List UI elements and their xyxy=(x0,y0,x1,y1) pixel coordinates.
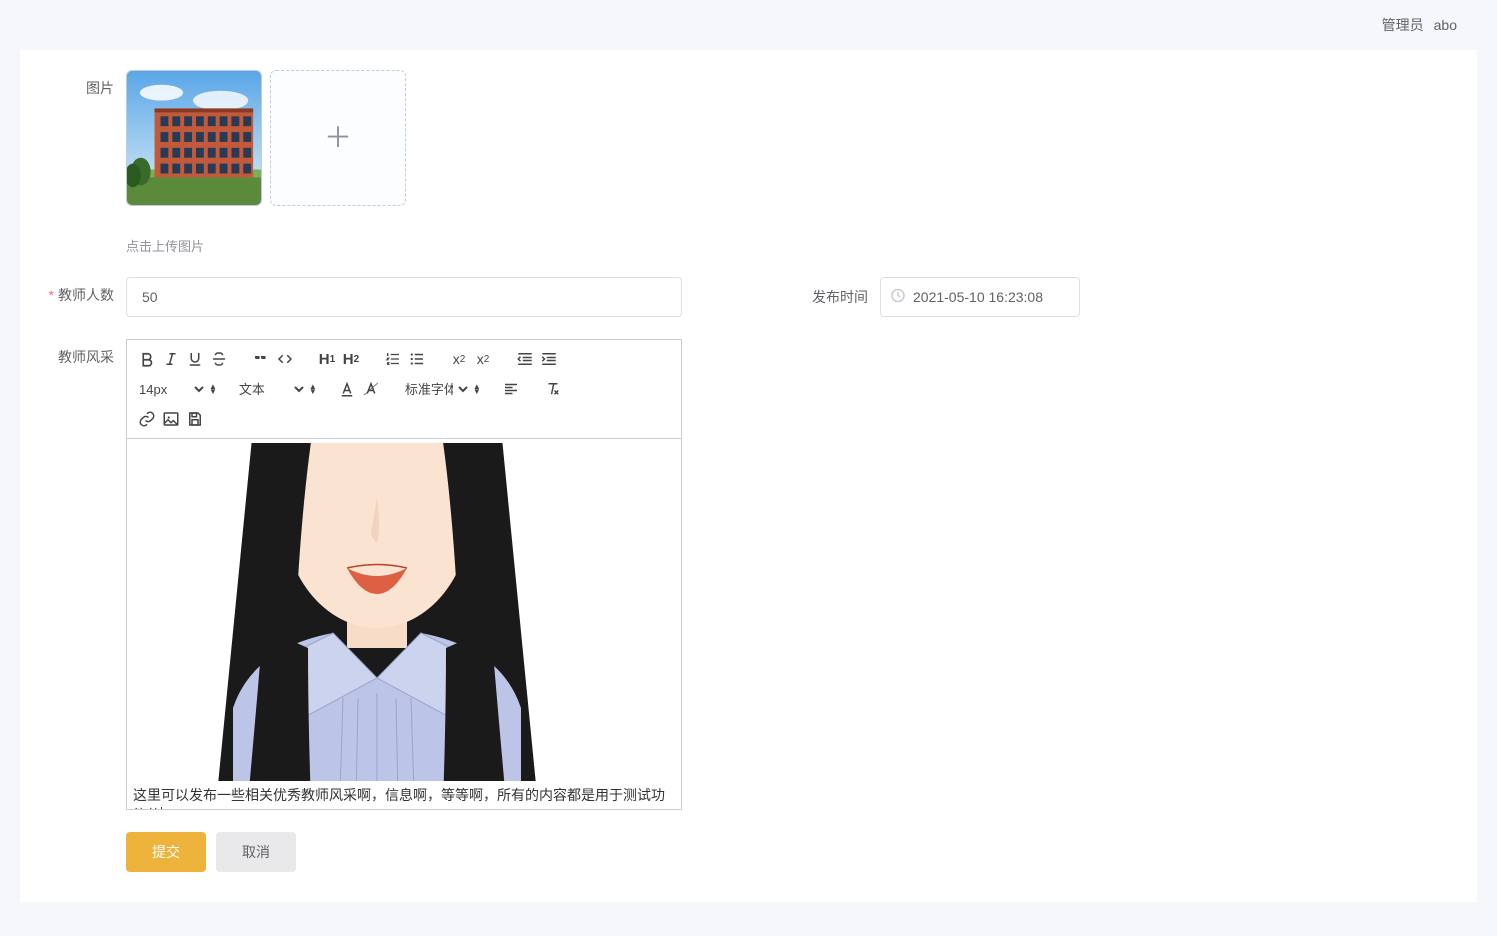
strikethrough-button[interactable] xyxy=(207,346,231,372)
editor-toolbar: H1 H2 x2 x2 14px xyxy=(127,340,681,439)
form-panel: 图片 xyxy=(20,50,1477,902)
editor-text-content: 这里可以发布一些相关优秀教师风采啊，信息啊，等等啊，所有的内容都是用于测试功能的 xyxy=(133,781,675,809)
label-image: 图片 xyxy=(20,70,126,98)
cancel-button[interactable]: 取消 xyxy=(216,832,296,872)
label-teacher-style: 教师风采 xyxy=(20,339,126,367)
ordered-list-button[interactable] xyxy=(381,346,405,372)
subscript-button[interactable]: x2 xyxy=(447,346,471,372)
row-image-upload: 图片 xyxy=(20,70,1477,206)
row-teacher-count: *教师人数 xyxy=(20,277,682,317)
page-header: 管理员 abo xyxy=(0,0,1497,50)
bold-button[interactable] xyxy=(135,346,159,372)
teacher-count-input[interactable] xyxy=(126,277,682,317)
row-publish-time: 发布时间 xyxy=(812,277,1080,317)
building-thumbnail-icon xyxy=(127,71,261,205)
label-publish-time: 发布时间 xyxy=(812,277,880,317)
header-username: abo xyxy=(1434,17,1457,33)
row-teacher-style: 教师风采 H1 H2 xyxy=(20,339,1477,810)
clear-format-button[interactable] xyxy=(541,376,565,402)
chevron-updown-icon: ▲▼ xyxy=(473,384,481,394)
submit-button[interactable]: 提交 xyxy=(126,832,206,872)
rich-text-editor: H1 H2 x2 x2 14px xyxy=(126,339,682,810)
unordered-list-button[interactable] xyxy=(405,346,429,372)
save-button[interactable] xyxy=(183,406,207,432)
link-button[interactable] xyxy=(135,406,159,432)
font-size-select[interactable]: 14px xyxy=(135,377,207,401)
label-teacher-count: *教师人数 xyxy=(20,277,126,317)
editor-content-area[interactable]: 这里可以发布一些相关优秀教师风采啊，信息啊，等等啊，所有的内容都是用于测试功能的 xyxy=(127,439,681,809)
heading2-button[interactable]: H2 xyxy=(339,346,363,372)
underline-button[interactable] xyxy=(183,346,207,372)
editor-embedded-image xyxy=(133,443,621,781)
background-color-button[interactable] xyxy=(359,376,383,402)
upload-add-button[interactable]: ＋ xyxy=(270,70,406,206)
superscript-button[interactable]: x2 xyxy=(471,346,495,372)
plus-icon: ＋ xyxy=(324,124,352,152)
indent-decrease-button[interactable] xyxy=(513,346,537,372)
upload-area: ＋ xyxy=(126,70,406,206)
image-button[interactable] xyxy=(159,406,183,432)
indent-increase-button[interactable] xyxy=(537,346,561,372)
heading1-button[interactable]: H1 xyxy=(315,346,339,372)
clock-icon xyxy=(890,288,906,307)
publish-time-input[interactable] xyxy=(880,277,1080,317)
header-role: 管理员 xyxy=(1382,15,1424,35)
uploaded-image-thumbnail[interactable] xyxy=(126,70,262,206)
code-button[interactable] xyxy=(273,346,297,372)
text-type-select[interactable]: 文本 xyxy=(235,377,307,401)
align-button[interactable] xyxy=(499,376,523,402)
italic-button[interactable] xyxy=(159,346,183,372)
quote-button[interactable] xyxy=(249,346,273,372)
font-family-select[interactable]: 标准字体 xyxy=(401,377,471,401)
chevron-updown-icon: ▲▼ xyxy=(209,384,217,394)
upload-hint: 点击上传图片 xyxy=(126,228,1477,255)
font-color-button[interactable] xyxy=(335,376,359,402)
chevron-updown-icon: ▲▼ xyxy=(309,384,317,394)
